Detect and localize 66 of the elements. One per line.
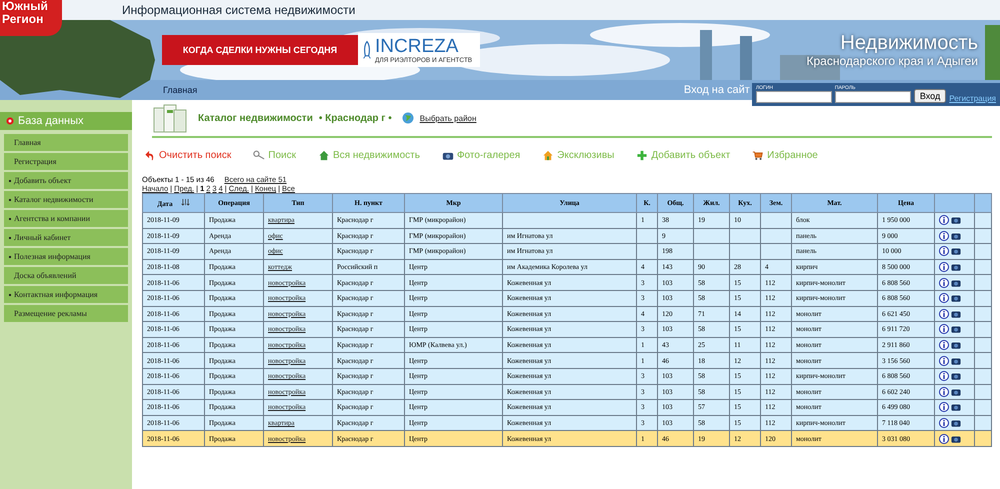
info-icon[interactable] — [939, 215, 949, 226]
sidebar-item[interactable]: Каталог недвижимости — [4, 191, 128, 208]
sidebar-item[interactable]: Главная — [4, 134, 128, 151]
house-icon — [318, 150, 330, 161]
catalog-title: Каталог недвижимости — [198, 112, 313, 124]
house-icon — [542, 150, 554, 161]
camera-icon[interactable] — [951, 215, 961, 226]
choose-district-link[interactable]: Выбрать район — [420, 114, 476, 122]
bullet-icon — [6, 117, 14, 125]
info-icon[interactable] — [939, 356, 949, 366]
camera-icon[interactable] — [951, 230, 961, 241]
camera-icon[interactable] — [951, 293, 961, 304]
info-icon[interactable] — [939, 278, 949, 288]
info-icon[interactable] — [939, 340, 949, 350]
sort-icon[interactable] — [180, 198, 190, 206]
info-icon[interactable] — [939, 246, 949, 256]
city-label: • Краснодар г • — [318, 112, 392, 124]
ad-slogan[interactable]: КОГДА СДЕЛКИ НУЖНЫ СЕГОДНЯ — [162, 35, 358, 65]
rocket-icon — [362, 40, 372, 60]
logo[interactable]: Южный Регион — [0, 0, 62, 36]
toolbar-link[interactable]: Очистить поиск — [144, 150, 232, 161]
info-icon[interactable] — [939, 386, 949, 397]
sidebar-item[interactable]: Контактная информация — [4, 286, 128, 303]
register-link[interactable]: Регистрация — [949, 94, 996, 102]
camera-icon[interactable] — [951, 262, 961, 272]
plus-icon — [636, 150, 648, 161]
info-icon[interactable] — [939, 371, 949, 382]
sidebar-item[interactable]: Добавить объект — [4, 172, 128, 189]
home-link[interactable]: Главная — [163, 85, 198, 95]
sidebar-item[interactable]: Полезная информация — [4, 248, 128, 265]
sidebar-item[interactable]: Регистрация — [4, 153, 128, 170]
info-icon[interactable] — [939, 418, 949, 428]
camera-icon[interactable] — [951, 371, 961, 382]
camera-icon[interactable] — [951, 402, 961, 412]
camera-icon — [442, 150, 454, 161]
login-button[interactable]: Вход — [914, 88, 946, 102]
undo-icon — [144, 150, 156, 161]
sidebar-title: База данных — [18, 115, 84, 127]
camera-icon[interactable] — [951, 308, 961, 319]
sidebar-item[interactable]: Доска объявлений — [4, 267, 128, 284]
camera-icon[interactable] — [951, 434, 961, 444]
globe-icon — [402, 112, 414, 124]
info-icon[interactable] — [939, 402, 949, 412]
camera-icon[interactable] — [951, 356, 961, 366]
info-icon[interactable] — [939, 293, 949, 304]
site-subheading: Краснодарского края и Адыгеи — [806, 54, 978, 68]
login-title: Вход на сайт — [684, 84, 750, 96]
sidebar-item[interactable]: Агентства и компании — [4, 210, 128, 227]
camera-icon[interactable] — [951, 278, 961, 288]
site-heading: Недвижимость — [840, 32, 978, 54]
camera-icon[interactable] — [951, 418, 961, 428]
cart-icon — [752, 150, 764, 161]
camera-icon[interactable] — [951, 340, 961, 350]
info-icon[interactable] — [939, 230, 949, 241]
camera-icon[interactable] — [951, 246, 961, 256]
sidebar-item[interactable]: Личный кабинет — [4, 229, 128, 246]
info-icon[interactable] — [939, 308, 949, 319]
sidebar-item[interactable]: Размещение рекламы — [4, 305, 128, 322]
camera-icon[interactable] — [951, 386, 961, 397]
info-icon[interactable] — [939, 262, 949, 272]
info-icon[interactable] — [939, 324, 949, 334]
site-title: Информационная система недвижимости — [122, 3, 356, 17]
info-icon[interactable] — [939, 434, 949, 444]
login-field[interactable] — [756, 90, 832, 102]
camera-icon[interactable] — [951, 324, 961, 334]
password-field[interactable] — [834, 90, 911, 102]
